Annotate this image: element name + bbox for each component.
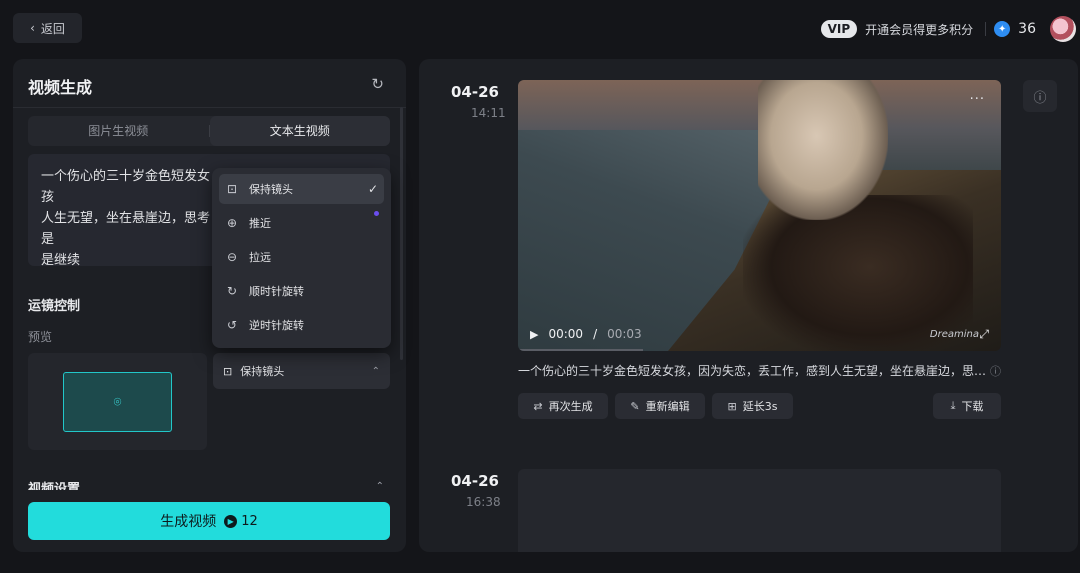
generate-label: 生成视频 xyxy=(160,514,217,530)
extend-icon: ⊞ xyxy=(727,399,737,413)
generate-cost: ▶ 12 xyxy=(224,514,258,529)
video-player[interactable]: ··· ▶ 00:00 / 00:03 Dreamina ⤢ xyxy=(518,80,1001,351)
camera-movement-menu: ⊡ 保持镜头 ✓ ⊕ 推近 ⊖ 拉远 ↻ 顺时针旋转 ↺ 逆时针旋转 xyxy=(212,168,391,348)
back-button[interactable]: ‹ 返回 xyxy=(13,13,82,43)
chevron-up-icon[interactable]: ⌃ xyxy=(376,481,384,492)
camera-select-value: 保持镜头 xyxy=(240,365,285,378)
reedit-label: 重新编辑 xyxy=(645,400,690,413)
video-settings-title[interactable]: 视频设置 xyxy=(28,478,80,490)
chevron-left-icon: ‹ xyxy=(30,21,35,35)
menu-item-keep-camera[interactable]: ⊡ 保持镜头 ✓ xyxy=(219,174,384,204)
cost-value: 12 xyxy=(241,513,258,529)
watermark-logo: Dreamina xyxy=(929,329,979,340)
more-options-icon[interactable]: ··· xyxy=(970,92,985,107)
menu-item-label: 拉远 xyxy=(249,251,271,264)
download-button[interactable]: ⤓ 下载 xyxy=(933,393,1001,419)
menu-item-rotate-counterclockwise[interactable]: ↺ 逆时针旋转 xyxy=(219,310,384,340)
vip-promo-link[interactable]: 开通会员得更多积分 xyxy=(865,21,973,38)
divider xyxy=(985,22,987,36)
regenerate-label: 再次生成 xyxy=(548,400,593,413)
download-label: 下载 xyxy=(961,400,984,413)
menu-item-label: 逆时针旋转 xyxy=(249,319,304,332)
rotate-clockwise-icon: ↻ xyxy=(226,284,238,298)
menu-item-zoom-in[interactable]: ⊕ 推近 xyxy=(219,208,384,238)
camera-control-title: 运镜控制 xyxy=(28,299,81,314)
zoom-out-icon: ⊖ xyxy=(226,250,238,264)
video-controls: ▶ 00:00 / 00:03 xyxy=(530,327,642,341)
regenerate-button[interactable]: ⇄ 再次生成 xyxy=(518,393,608,419)
edit-icon: ✎ xyxy=(630,399,640,413)
chevron-up-icon: ⌃ xyxy=(371,365,380,377)
vip-badge[interactable]: VIP xyxy=(820,20,858,38)
back-label: 返回 xyxy=(40,21,65,36)
prompt-line: 人生无望，坐在悬崖边，思考是 xyxy=(41,211,211,247)
video-time-separator: / xyxy=(593,327,598,341)
refresh-icon[interactable]: ↻ xyxy=(371,75,384,93)
video-caption: 一个伤心的三十岁金色短发女孩，因为失恋，丢工作，感到人生无望，坐在悬崖边，思… … xyxy=(518,362,1001,379)
video-duration: 00:03 xyxy=(607,327,642,341)
account-bar: VIP 开通会员得更多积分 ✦ 36 xyxy=(820,14,1080,44)
menu-item-zoom-out[interactable]: ⊖ 拉远 xyxy=(219,242,384,272)
result-date: 04-26 xyxy=(451,472,499,490)
regenerate-icon: ⇄ xyxy=(533,399,543,413)
play-icon[interactable]: ▶ xyxy=(530,328,538,341)
menu-item-rotate-clockwise[interactable]: ↻ 顺时针旋转 xyxy=(219,276,384,306)
info-icon: ⓘ xyxy=(1033,90,1047,106)
info-icon[interactable]: ⓘ xyxy=(990,363,1001,379)
indicator-dot xyxy=(374,211,379,216)
result-date: 04-26 xyxy=(451,83,499,101)
fullscreen-icon[interactable]: ⤢ xyxy=(979,327,989,342)
result-card-pending[interactable] xyxy=(518,469,1001,552)
preview-frame: ⌾ xyxy=(63,372,172,432)
info-button[interactable]: ⓘ xyxy=(1023,80,1057,112)
points-icon: ▶ xyxy=(224,514,238,528)
menu-item-label: 顺时针旋转 xyxy=(249,285,304,298)
extend-button[interactable]: ⊞ 延长3s xyxy=(712,393,793,419)
points-icon: ✦ xyxy=(994,21,1011,37)
camera-movement-select[interactable]: ⊡ 保持镜头 ⌃ xyxy=(213,353,390,389)
result-time: 16:38 xyxy=(466,495,501,509)
points-count[interactable]: 36 xyxy=(1018,21,1036,37)
check-icon: ✓ xyxy=(367,182,378,196)
mode-tabs: 图片生视频 文本生视频 xyxy=(28,116,390,146)
video-progress-bar[interactable] xyxy=(518,349,643,351)
tab-image-to-video[interactable]: 图片生视频 xyxy=(28,116,209,146)
tab-text-to-video[interactable]: 文本生视频 xyxy=(209,116,390,146)
prompt-line: 是继续 xyxy=(41,253,81,266)
focus-frame-icon: ⊡ xyxy=(226,182,238,196)
camera-icon: ⌾ xyxy=(113,394,122,410)
divider xyxy=(13,107,406,108)
menu-item-label: 保持镜头 xyxy=(249,183,293,196)
caption-text: 一个伤心的三十岁金色短发女孩，因为失恋，丢工作，感到人生无望，坐在悬崖边，思… xyxy=(518,364,986,378)
focus-frame-icon: ⊡ xyxy=(223,364,233,378)
rotate-counterclockwise-icon: ↺ xyxy=(226,318,238,332)
extend-label: 延长3s xyxy=(742,400,778,413)
preview-label: 预览 xyxy=(28,330,53,344)
panel-title: 视频生成 xyxy=(28,78,93,97)
video-current-time: 00:00 xyxy=(548,327,584,341)
download-icon: ⤓ xyxy=(950,399,956,412)
generate-video-button[interactable]: 生成视频 ▶ 12 xyxy=(28,502,390,540)
reedit-button[interactable]: ✎ 重新编辑 xyxy=(615,393,705,419)
scrollbar[interactable] xyxy=(400,107,403,360)
prompt-line: 一个伤心的三十岁金色短发女孩 xyxy=(41,169,211,205)
avatar[interactable] xyxy=(1050,16,1076,42)
camera-preview: ⌾ xyxy=(28,353,207,450)
results-panel: 04-26 14:11 ⓘ ··· ▶ 00:00 / 00:03 Dreami… xyxy=(419,59,1078,552)
zoom-in-icon: ⊕ xyxy=(226,216,238,230)
result-time: 14:11 xyxy=(471,106,506,120)
video-frame-hair xyxy=(758,80,888,220)
menu-item-label: 推近 xyxy=(249,217,271,230)
